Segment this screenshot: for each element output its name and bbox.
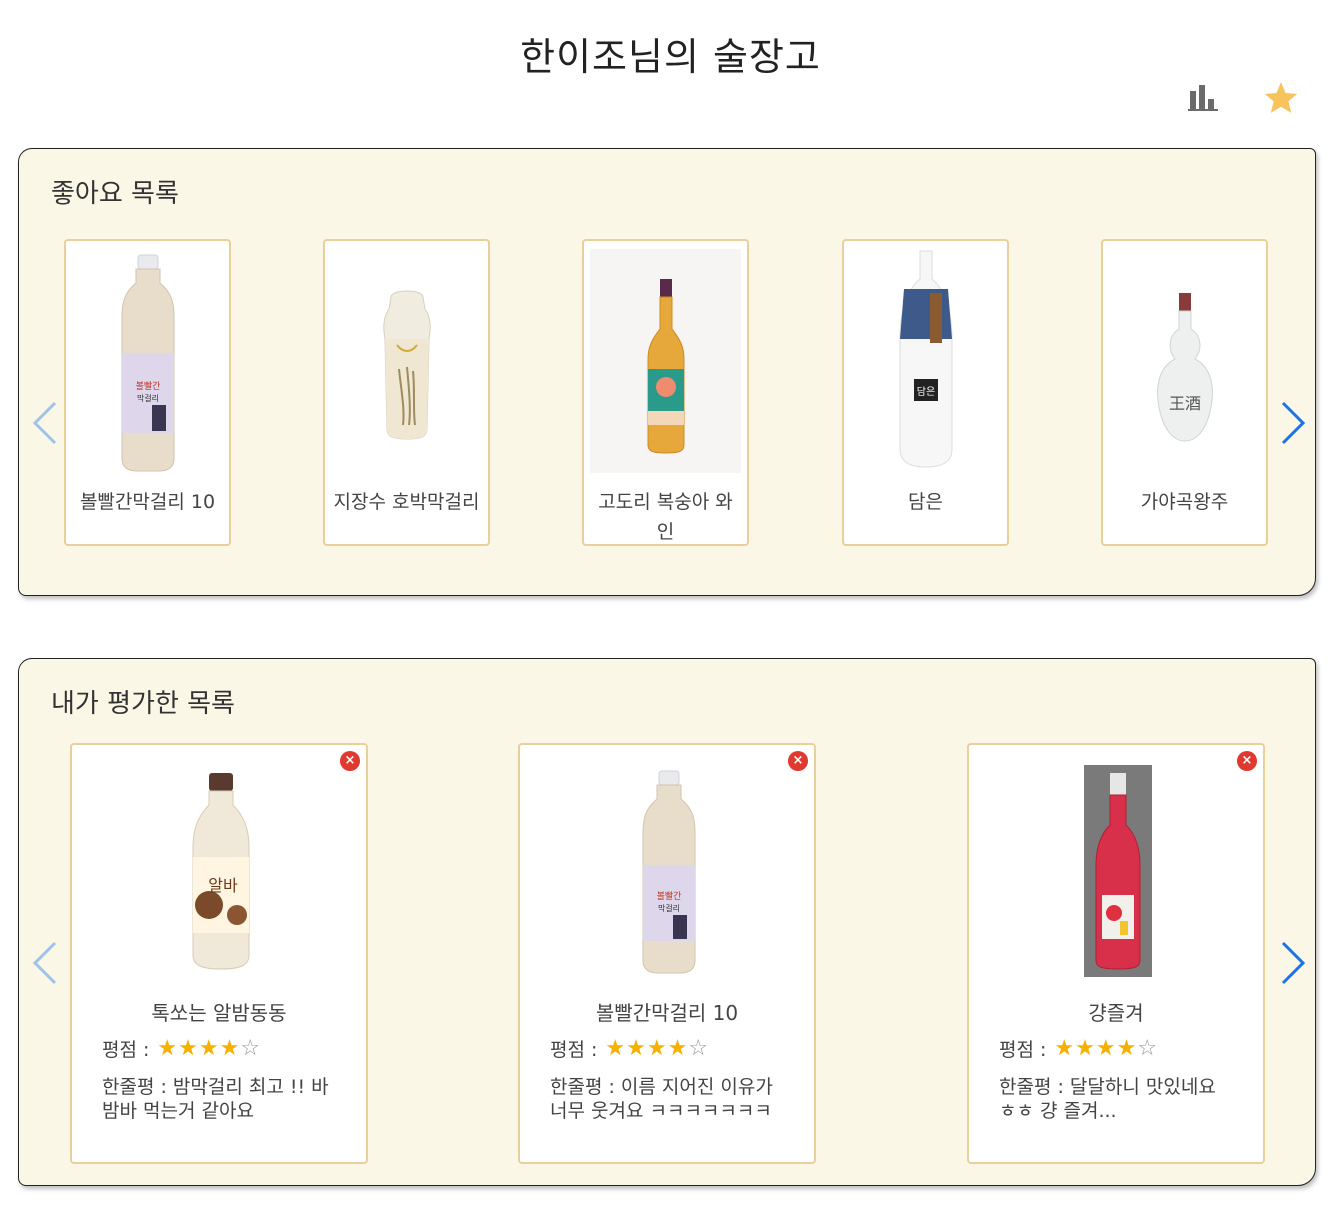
drink-name: 걍즐겨 (1088, 1001, 1144, 1025)
like-card[interactable]: 王酒 가야곡왕주 (1101, 239, 1268, 546)
svg-text:알바: 알바 (208, 876, 238, 895)
rated-card[interactable]: × 걍즐겨 평점 : ★ ★ ★ ★ ☆ 한줄평 : 달달하니 맛있네요 ㅎㅎ 걍 즐겨… (967, 743, 1265, 1164)
drink-name: 볼빨간막걸리 10 (595, 1001, 739, 1025)
rating-stars: ★ ★ ★ ★ ☆ (157, 1035, 261, 1061)
drink-name: 볼빨간막걸리 10 (79, 491, 216, 513)
likes-panel: 좋아요 목록 볼빨간 막걸리 볼빨간막걸리 10 지장수 호박막걸리 고도리 복… (18, 148, 1316, 596)
rating-stars: ★ ★ ★ ★ ☆ (1054, 1035, 1158, 1061)
star-filled-icon: ★ (1075, 1035, 1095, 1061)
drink-image (1029, 765, 1207, 977)
rating-stars: ★ ★ ★ ★ ☆ (605, 1035, 709, 1061)
delete-icon[interactable]: × (1237, 751, 1257, 771)
star-filled-icon: ★ (667, 1035, 688, 1061)
rating-row: 평점 : ★ ★ ★ ★ ☆ (550, 1035, 708, 1062)
delete-icon[interactable]: × (340, 751, 360, 771)
drink-image: 알바 (132, 765, 310, 977)
star-filled-icon: ★ (1116, 1035, 1137, 1061)
drink-image: 볼빨간 막걸리 (580, 765, 758, 977)
star-filled-icon: ★ (646, 1035, 667, 1061)
svg-text:볼빨간: 볼빨간 (657, 891, 682, 902)
star-filled-icon: ★ (1054, 1035, 1075, 1061)
drink-name: 톡쏘는 알밤동동 (151, 1001, 287, 1025)
rating-label: 평점 : (550, 1039, 598, 1061)
star-icon[interactable] (1261, 78, 1301, 118)
star-filled-icon: ★ (219, 1035, 240, 1061)
page-title: 한이조님의 술장고 (520, 35, 821, 79)
star-filled-icon: ★ (605, 1035, 626, 1061)
drink-image (590, 249, 741, 473)
rating-label: 평점 : (102, 1039, 150, 1061)
like-card[interactable]: 볼빨간 막걸리 볼빨간막걸리 10 (64, 239, 231, 546)
rated-card[interactable]: × 알바 톡쏘는 알밤동동 평점 : ★ ★ ★ ★ ☆ 한줄평 : 밤막걸리 최고 !… (70, 743, 368, 1164)
rating-label: 평점 : (999, 1039, 1047, 1061)
review-text: 한줄평 : 밤막걸리 최고 !! 바밤바 먹는거 같아요 (102, 1076, 329, 1122)
rating-row: 평점 : ★ ★ ★ ★ ☆ (999, 1035, 1157, 1062)
like-card[interactable]: 담은 담은 (842, 239, 1009, 546)
rated-panel: 내가 평가한 목록 × 알바 톡쏘는 알밤동동 평점 : ★ ★ ★ ★ ☆ 한줄평 :… (18, 658, 1316, 1186)
review-text: 한줄평 : 달달하니 맛있네요 ㅎㅎ 걍 즐겨... (999, 1076, 1216, 1122)
star-filled-icon: ★ (1095, 1035, 1116, 1061)
svg-text:담은: 담은 (916, 386, 934, 398)
like-card[interactable]: 지장수 호박막걸리 (323, 239, 490, 546)
drink-image: 볼빨간 막걸리 (72, 249, 223, 473)
svg-text:막걸리: 막걸리 (658, 903, 680, 913)
rating-row: 평점 : ★ ★ ★ ★ ☆ (102, 1035, 260, 1062)
svg-text:볼빨간: 볼빨간 (135, 381, 160, 392)
drink-name: 고도리 복숭아 와인 (598, 491, 733, 543)
star-filled-icon: ★ (178, 1035, 198, 1061)
rated-prev-arrow[interactable] (27, 937, 63, 989)
likes-next-arrow[interactable] (1275, 397, 1311, 449)
star-filled-icon: ★ (626, 1035, 646, 1061)
delete-icon[interactable]: × (788, 751, 808, 771)
review-text: 한줄평 : 이름 지어진 이유가 너무 웃겨요 ㅋㅋㅋㅋㅋㅋㅋ (550, 1076, 773, 1122)
drink-name: 가야곡왕주 (1140, 491, 1229, 513)
star-empty-icon: ☆ (240, 1035, 261, 1061)
top-icon-bar (1183, 78, 1301, 118)
star-filled-icon: ★ (198, 1035, 219, 1061)
star-empty-icon: ☆ (688, 1035, 709, 1061)
likes-prev-arrow[interactable] (27, 397, 63, 449)
rated-next-arrow[interactable] (1275, 937, 1311, 989)
star-empty-icon: ☆ (1137, 1035, 1158, 1061)
drink-name: 담은 (908, 491, 943, 513)
svg-text:막걸리: 막걸리 (136, 393, 158, 403)
likes-section-title: 좋아요 목록 (51, 179, 179, 209)
bar-chart-icon[interactable] (1183, 78, 1223, 118)
drink-image (331, 249, 482, 473)
drink-image: 王酒 (1109, 249, 1260, 473)
drink-name: 지장수 호박막걸리 (333, 491, 480, 513)
star-filled-icon: ★ (157, 1035, 178, 1061)
rated-section-title: 내가 평가한 목록 (51, 689, 235, 719)
rated-card[interactable]: × 볼빨간 막걸리 볼빨간막걸리 10 평점 : ★ ★ ★ ★ ☆ 한줄평 : 이름 … (518, 743, 816, 1164)
drink-image: 담은 (850, 249, 1001, 473)
svg-text:王酒: 王酒 (1168, 394, 1200, 413)
like-card[interactable]: 고도리 복숭아 와인 (582, 239, 749, 546)
